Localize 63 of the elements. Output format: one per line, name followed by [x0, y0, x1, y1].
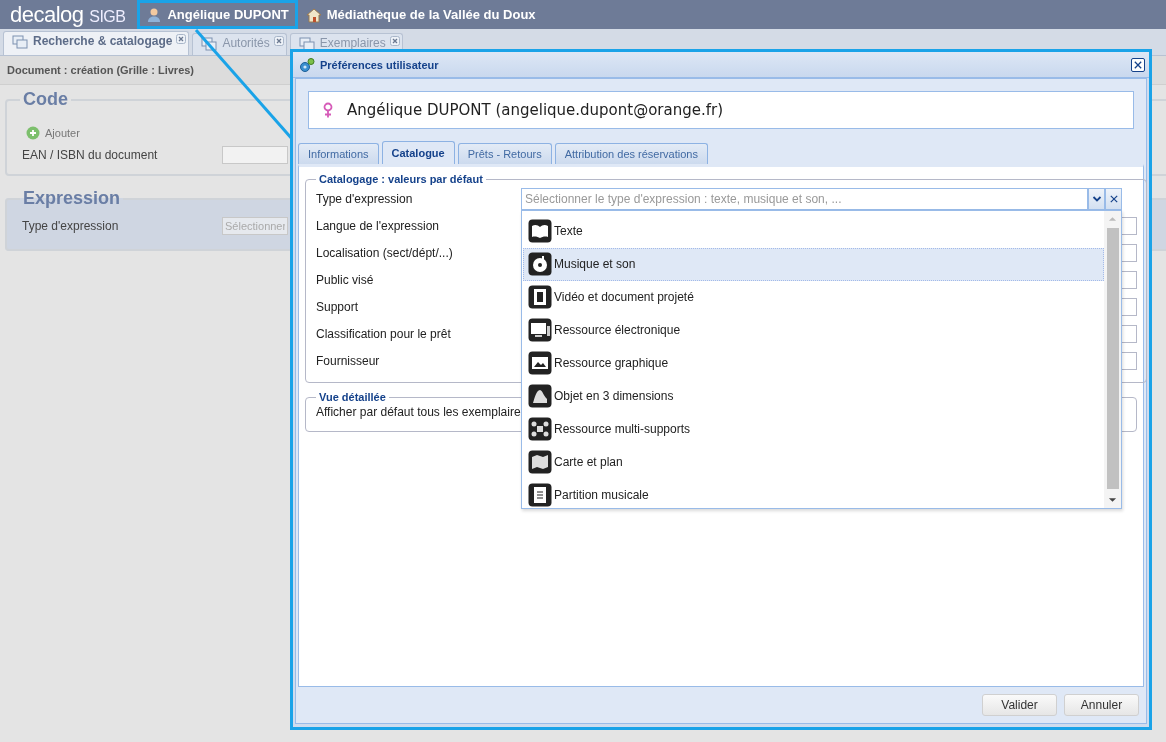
- down-arrow-icon[interactable]: [1108, 496, 1117, 503]
- list-option[interactable]: Musique et son: [523, 247, 1104, 281]
- user-identity: Angélique DUPONT (angelique.dupont@orange.fr): [347, 101, 724, 119]
- field-label: Type d'expression: [22, 219, 120, 233]
- field-label: Public visé: [316, 272, 375, 287]
- expression-select[interactable]: Sélectionner: [222, 217, 288, 235]
- windows-icon: [12, 34, 28, 50]
- map-icon: [528, 450, 552, 474]
- field-label: Fournisseur: [316, 353, 381, 368]
- list-option[interactable]: Ressource électronique: [523, 313, 1104, 347]
- monitor-icon: [528, 318, 552, 342]
- field-label: Langue de l'expression: [316, 218, 441, 233]
- grid-icon: [528, 417, 552, 441]
- close-button[interactable]: [1131, 57, 1145, 72]
- field-label: Support: [316, 299, 360, 314]
- field-label: Type d'expression: [316, 191, 414, 206]
- close-icon: [1109, 194, 1118, 203]
- module-tab[interactable]: Recherche & catalogage: [3, 31, 190, 55]
- clear-button[interactable]: [1105, 187, 1122, 210]
- list-option[interactable]: Carte et plan: [523, 445, 1104, 479]
- expression-combo[interactable]: Sélectionner le type d'expression : texte, musique et son, ...: [521, 187, 1088, 210]
- film-icon: [528, 285, 552, 309]
- add-link[interactable]: Ajouter: [45, 127, 80, 139]
- section-title: Expression: [22, 188, 122, 209]
- tab[interactable]: Informations: [298, 143, 379, 164]
- list-option[interactable]: Partition musicale: [523, 478, 1104, 508]
- close-icon[interactable]: [389, 36, 400, 46]
- isbn-field[interactable]: [222, 146, 288, 164]
- tab[interactable]: Attribution des réservations: [554, 143, 708, 164]
- field-label: Localisation (sect/dépt/...): [316, 245, 454, 260]
- field-label: EAN / ISBN du document: [22, 148, 159, 162]
- option-text: Afficher par défaut tous les exemplaire: [316, 404, 521, 421]
- dropdown-button[interactable]: [1088, 187, 1105, 210]
- person-icon: [146, 6, 163, 23]
- house-icon: [305, 6, 322, 23]
- user-menu[interactable]: Angélique DUPONT: [137, 0, 298, 29]
- field-label: Classification pour le prêt: [316, 326, 452, 341]
- scrollbar[interactable]: [1104, 210, 1121, 508]
- footer-button[interactable]: Valider: [982, 694, 1057, 716]
- female-icon: [323, 102, 333, 118]
- gear-icon: [299, 56, 315, 73]
- group-title: Vue détaillée: [318, 391, 387, 403]
- list-option[interactable]: Texte: [523, 214, 1104, 248]
- image-icon: [528, 351, 552, 375]
- figure-icon: [528, 384, 552, 408]
- footer-button[interactable]: Annuler: [1064, 694, 1139, 716]
- list-option[interactable]: Vidéo et document projeté: [523, 280, 1104, 314]
- tab[interactable]: Catalogue: [381, 141, 455, 164]
- dialog-title: Préférences utilisateur: [320, 58, 440, 71]
- logo: decalog SIGB: [9, 1, 127, 28]
- tab[interactable]: Prêts - Retours: [457, 143, 552, 164]
- list-option[interactable]: Ressource graphique: [523, 346, 1104, 380]
- library-link[interactable]: Médiathèque de la Vallée du Doux: [297, 6, 544, 23]
- close-icon[interactable]: [273, 36, 284, 46]
- breadcrumb: Document : création (Grille : Livres): [7, 64, 195, 76]
- list-option[interactable]: Objet en 3 dimensions: [523, 379, 1104, 413]
- book-icon: [528, 219, 552, 243]
- group-title: Catalogage : valeurs par défaut: [318, 173, 484, 185]
- list-option[interactable]: Ressource multi-supports: [523, 412, 1104, 446]
- windows-icon: [201, 36, 218, 52]
- section-title: Code: [22, 89, 69, 110]
- close-icon[interactable]: [176, 34, 187, 44]
- plus-icon: [26, 126, 40, 140]
